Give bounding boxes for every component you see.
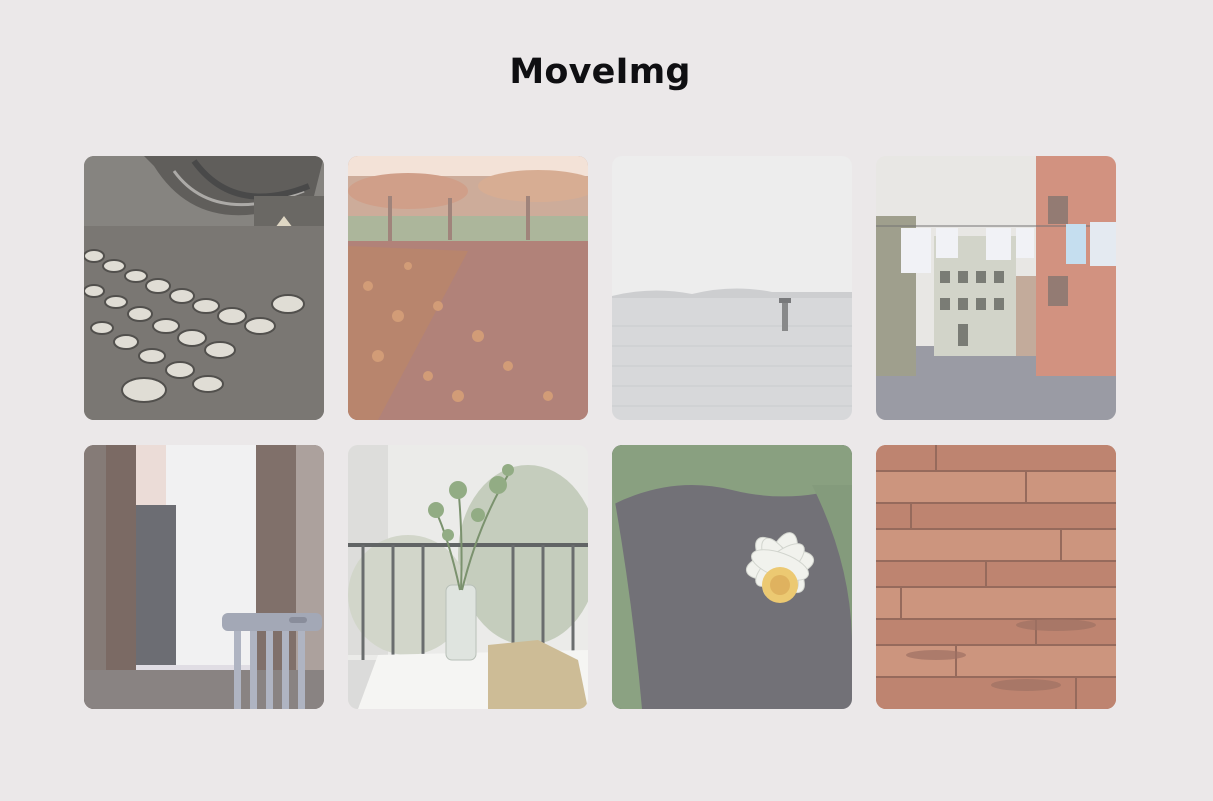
flower-vase-image [348,445,588,709]
gallery-item-wood-planks[interactable] [876,445,1116,709]
misty-sea-image [612,156,852,420]
autumn-path-image [348,156,588,420]
gallery-item-flower-vase[interactable] [348,445,588,709]
gallery-item-misty-sea[interactable] [612,156,852,420]
wood-planks-image [876,445,1116,709]
gallery-item-water-lily[interactable] [612,445,852,709]
gallery-item-street-laundry[interactable] [876,156,1116,420]
gallery-item-autumn-path[interactable] [348,156,588,420]
gallery-item-typewriter[interactable] [84,156,324,420]
typewriter-image [84,156,324,420]
street-laundry-image [876,156,1116,420]
water-lily-image [612,445,852,709]
page-title: MoveImg [509,52,691,92]
image-gallery [84,156,1116,709]
window-chair-image [84,445,324,709]
gallery-item-window-chair[interactable] [84,445,324,709]
